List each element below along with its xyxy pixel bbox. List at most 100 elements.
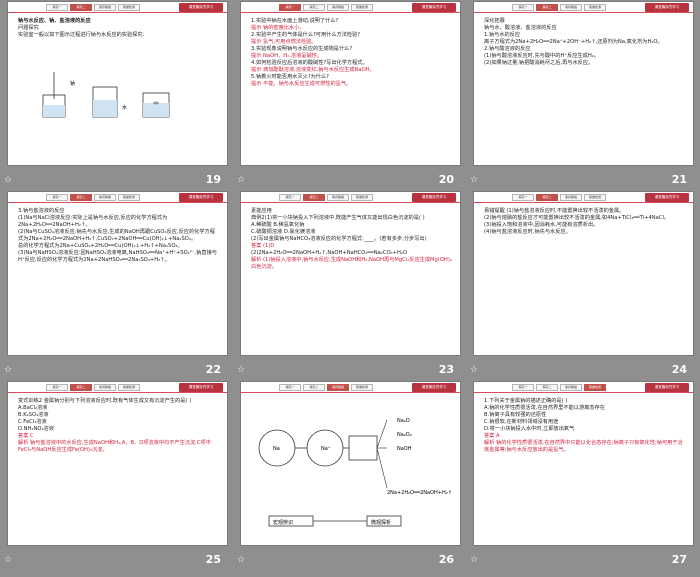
slide-text-line: (2)Na与CuSO₄溶液反应:钠先与水反应,生成的NaOH再跟CuSO₄反应,… bbox=[18, 229, 215, 242]
slide-text-line: 1.下列关于金属钠的描述正确的是( ) bbox=[484, 398, 568, 404]
slide-text-line: (1)钠与酸溶液反应时,先与酸中的H⁺反应生成H₂。 bbox=[484, 53, 599, 59]
slide-star-icon[interactable]: ☆ bbox=[237, 365, 245, 375]
slide-star-icon[interactable]: ☆ bbox=[470, 175, 478, 185]
slide-thumbnail[interactable]: 探究一 探究二 素养脉络 随堂检测 课堂篇探究学习 Na Na⁺ Na₂O Na₂O₂ NaOH 2… bbox=[237, 382, 460, 572]
slide-text-line: 变式训练2 金属钠分别与下列溶液反应时,既有气体生成又有沉淀产生的是( ) bbox=[18, 398, 192, 404]
slide-text-line: (2)钠与熔融的盐反应才可能置换出较不活泼的金属,如4Na+TiCl₄══Ti+… bbox=[484, 215, 670, 221]
slide-tab: 随堂检测 bbox=[584, 384, 606, 391]
slide-text-line: 3.钠与盐溶液的反应 bbox=[18, 208, 65, 214]
slide-header: 探究一 探究二 素养脉络 随堂检测 课堂篇探究学习 bbox=[8, 382, 227, 392]
slide-text-line: 4.如何检验反应后溶液的酸碱性?写出化学方程式。 bbox=[251, 60, 368, 66]
thumbnail-footer: ☆ 20 bbox=[237, 166, 460, 192]
slide-tab: 探究一 bbox=[46, 384, 68, 391]
slide-thumbnail[interactable]: 探究一 探究二 素养脉络 随堂检测 课堂篇探究学习变式训练2 金属钠分别与下列溶液反应时… bbox=[4, 382, 227, 572]
slide-star-icon[interactable]: ☆ bbox=[470, 555, 478, 565]
figure-label: 钠 bbox=[70, 80, 75, 87]
slide-text-line: 1.实验中钠在水面上游动,说明了什么? bbox=[251, 18, 339, 24]
slide-text-line: C.FeCl₃溶液 bbox=[18, 419, 47, 425]
slide-text-line: (2)2Na+2H₂O══2NaOH+H₂↑,NaOH+NaHCO₃══Na₂C… bbox=[251, 250, 408, 256]
slide-text-line: 提示 氢气,可用点燃法检验。 bbox=[251, 39, 317, 45]
section-badge: 课堂篇探究学习 bbox=[179, 3, 223, 12]
slide-thumbnail[interactable]: 探究一 探究二 素养脉络 随堂检测 课堂篇探究学习 1.下列关于金属钠的描述正确的是( )… bbox=[470, 382, 693, 572]
slide-tab: 素养脉络 bbox=[560, 194, 582, 201]
slide-tab: 探究二 bbox=[303, 194, 325, 201]
slide-tab: 探究一 bbox=[512, 4, 534, 11]
slide-number: 22 bbox=[205, 363, 221, 376]
figure-label: NaOH bbox=[397, 446, 412, 452]
section-badge: 课堂篇探究学习 bbox=[645, 193, 689, 202]
slide-number: 24 bbox=[671, 363, 687, 376]
slide-tab: 素养脉络 bbox=[327, 384, 349, 391]
thumbnail-footer: ☆ 25 bbox=[4, 546, 227, 572]
slide-text-line: 答案 (1)D bbox=[251, 243, 275, 249]
slide-tabs: 探究一 探究二 素养脉络 随堂检测 bbox=[46, 194, 140, 201]
slide-tab: 探究一 bbox=[279, 384, 301, 391]
slide-text-line: B.钠离子具有较强的还原性 bbox=[484, 412, 547, 418]
slide-tabs: 探究一 探究二 素养脉络 随堂检测 bbox=[279, 194, 373, 201]
slide-text-line: (3)Na与NaHSO₄溶液反应:因NaHSO₄溶液电离,NaHSO₄══Na⁺… bbox=[18, 250, 217, 263]
header-divider bbox=[8, 202, 227, 203]
thumbnail-footer: ☆ 24 bbox=[470, 356, 693, 382]
header-divider bbox=[241, 202, 460, 203]
thumbnail-footer: ☆ 22 bbox=[4, 356, 227, 382]
slide-star-icon[interactable]: ☆ bbox=[4, 365, 12, 375]
slide-text-line: 3.实验现象说明钠与水反应的生成物是什么? bbox=[251, 46, 353, 52]
slide-thumbnail[interactable]: 探究一 探究二 素养脉络 随堂检测 课堂篇探究学习 素能应用 典例2(1)将一小块钠投入下列… bbox=[237, 192, 460, 382]
lab-apparatus-figure: 钠水 bbox=[42, 72, 170, 118]
figure-label: Na bbox=[273, 446, 280, 452]
slide-tab: 随堂检测 bbox=[584, 4, 606, 11]
concept-map-figure: Na Na⁺ Na₂O Na₂O₂ NaOH 2Na+2H₂O══2NaOH+H₂↑ 宏观辨… bbox=[258, 418, 452, 527]
slide-star-icon[interactable]: ☆ bbox=[4, 175, 12, 185]
slide-tabs: 探究一 探究二 素养脉络 随堂检测 bbox=[46, 4, 140, 11]
slide-tabs: 探究一 探究二 素养脉络 随堂检测 bbox=[512, 4, 606, 11]
slide-tab: 素养脉络 bbox=[560, 384, 582, 391]
figure-label: Na⁺ bbox=[321, 446, 331, 452]
slide-tab: 探究一 bbox=[46, 194, 68, 201]
slide-star-icon[interactable]: ☆ bbox=[470, 365, 478, 375]
slide-page: 探究一 探究二 素养脉络 随堂检测 课堂篇探究学习 深化拓展 钠与水、酸溶液、盐溶液的反应 1… bbox=[474, 2, 693, 165]
slide-thumbnail[interactable]: 探究一 探究二 素养脉络 随堂检测 课堂篇探究学习 3.钠与盐溶液的反应 (1)Na与NaC… bbox=[4, 192, 227, 382]
slide-header: 探究一 探究二 素养脉络 随堂检测 课堂篇探究学习 bbox=[474, 382, 693, 392]
slide-thumbnail[interactable]: 探究一 探究二 素养脉络 随堂检测 课堂篇探究学习 钠与水反应、钠、盐溶液的反应 问题探究实… bbox=[4, 2, 227, 192]
slide-number: 27 bbox=[671, 553, 687, 566]
slide-number: 25 bbox=[205, 553, 221, 566]
slide-star-icon[interactable]: ☆ bbox=[4, 555, 12, 565]
slide-tab: 探究二 bbox=[70, 4, 92, 11]
slide-body: 易错提醒 (1)钠与盐溶液反应时,不能置换出较不活泼的金属。 (2)钠与熔融的盐反… bbox=[484, 208, 685, 236]
slide-thumbnail[interactable]: 探究一 探究二 素养脉络 随堂检测 课堂篇探究学习 1.实验中钠在水面上游动,说明了什么?… bbox=[237, 2, 460, 192]
slide-tab: 探究二 bbox=[70, 194, 92, 201]
slide-tab: 素养脉络 bbox=[94, 194, 116, 201]
slide-text-line: (1)Na与NaCl溶液反应:实际上是钠与水反应,反应的化学方程式为2Na+2H… bbox=[18, 215, 168, 228]
slide-tab: 素养脉络 bbox=[327, 194, 349, 201]
header-divider bbox=[8, 392, 227, 393]
slide-text-line: 易错提醒 (1)钠与盐溶液反应时,不能置换出较不活泼的金属。 bbox=[484, 208, 625, 214]
slide-thumbnail[interactable]: 探究一 探究二 素养脉络 随堂检测 课堂篇探究学习 深化拓展 钠与水、酸溶液、盐溶液的反应 1… bbox=[470, 2, 693, 192]
slide-number: 23 bbox=[438, 363, 454, 376]
slide-tab: 随堂检测 bbox=[351, 384, 373, 391]
section-badge: 课堂篇探究学习 bbox=[179, 383, 223, 392]
figure-label: 水 bbox=[122, 104, 127, 111]
slide-text-line: D.将一小块钠投入水中时,立即放出氧气 bbox=[484, 426, 575, 432]
header-divider bbox=[241, 392, 460, 393]
thumbnail-footer: ☆ 26 bbox=[237, 546, 460, 572]
slide-text-line: (2)写出金属钠与NaHCO₃溶液反应的化学方程式:____。(若有多步,分步写… bbox=[251, 236, 427, 242]
slide-tab: 探究二 bbox=[303, 384, 325, 391]
slide-thumbnail[interactable]: 探究一 探究二 素养脉络 随堂检测 课堂篇探究学习 易错提醒 (1)钠与盐溶液反应时,不能… bbox=[470, 192, 693, 382]
section-badge: 课堂篇探究学习 bbox=[645, 3, 689, 12]
slide-text-line: A.钠的化学性质很活泼,在自然界里不能以游离态存在 bbox=[484, 405, 605, 411]
slide-star-icon[interactable]: ☆ bbox=[237, 175, 245, 185]
slide-text-line: 钠与水反应、钠、盐溶液的反应 bbox=[18, 18, 91, 24]
slide-tab: 随堂检测 bbox=[118, 194, 140, 201]
header-divider bbox=[474, 12, 693, 13]
slide-body: 素能应用 典例2(1)将一小块钠投入下列溶液中,既能产生气体又能出现白色沉淀的是(… bbox=[251, 208, 452, 271]
slide-text-line: (2)如果钠过量,钠把酸消耗尽之后,再与水反应。 bbox=[484, 60, 594, 66]
slide-header: 探究一 探究二 素养脉络 随堂检测 课堂篇探究学习 bbox=[8, 192, 227, 202]
slide-tab: 探究一 bbox=[512, 194, 534, 201]
slide-page: 探究一 探究二 素养脉络 随堂检测 课堂篇探究学习 1.实验中钠在水面上游动,说明了什么?… bbox=[241, 2, 460, 165]
slide-tabs: 探究一 探究二 素养脉络 随堂检测 bbox=[279, 4, 373, 11]
slide-page: 探究一 探究二 素养脉络 随堂检测 课堂篇探究学习 1.下列关于金属钠的描述正确的是( )… bbox=[474, 382, 693, 545]
slide-number: 19 bbox=[205, 173, 221, 186]
slide-page: 探究一 探究二 素养脉络 随堂检测 课堂篇探究学习 易错提醒 (1)钠与盐溶液反应时,不能… bbox=[474, 192, 693, 355]
slide-star-icon[interactable]: ☆ bbox=[237, 555, 245, 565]
slide-number: 21 bbox=[671, 173, 687, 186]
